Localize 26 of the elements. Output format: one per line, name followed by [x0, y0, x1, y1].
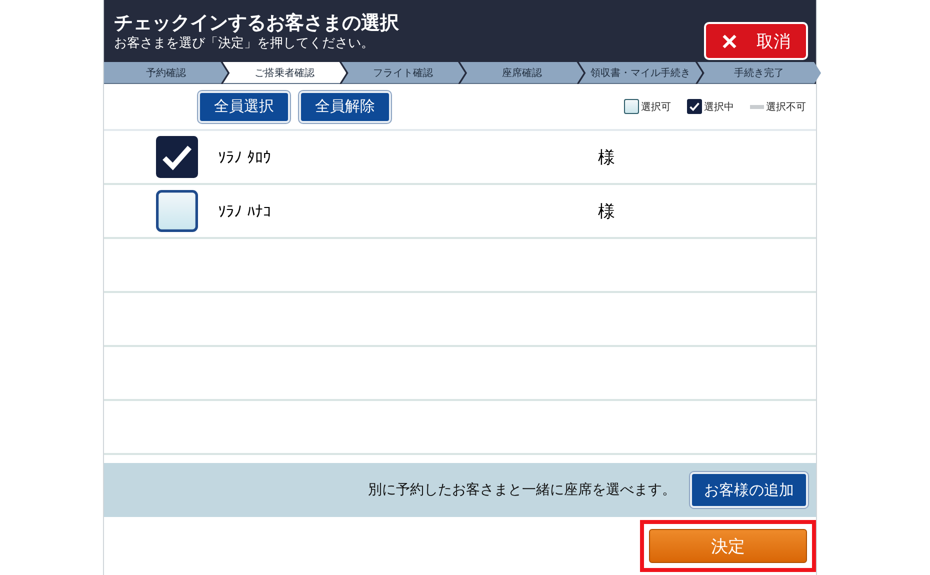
- progress-step: 座席確認: [460, 62, 584, 84]
- legend-label: 選択中: [704, 100, 734, 114]
- close-icon: [722, 34, 736, 48]
- progress-step: 予約確認: [104, 62, 228, 84]
- progress-step: ご搭乗者確認: [222, 62, 346, 84]
- legend-label: 選択不可: [766, 100, 806, 114]
- legend-dash-icon: [750, 104, 764, 108]
- select-all-button[interactable]: 全員解除: [299, 90, 391, 122]
- checkbox[interactable]: [156, 136, 198, 178]
- legend-checked-icon: [687, 99, 702, 114]
- passenger-name: ｿﾗﾉ ﾊﾅｺ: [218, 202, 272, 220]
- screen-title: チェックインするお客さまの選択: [114, 11, 399, 35]
- legend-checkbox-icon: [624, 99, 639, 114]
- footer-note: 別に予約したお客さまと一緒に座席を選べます。: [368, 481, 676, 499]
- select-all-button[interactable]: 全員選択: [198, 90, 290, 122]
- cancel-button[interactable]: 取消: [704, 22, 808, 60]
- honorific-text: 様: [598, 200, 615, 222]
- progress-step: フライト確認: [341, 62, 466, 84]
- checkbox[interactable]: [156, 190, 198, 232]
- progress-step: 手続き完了: [697, 62, 822, 84]
- add-passenger-button[interactable]: お客様の追加: [690, 472, 808, 508]
- legend-label: 選択可: [641, 100, 671, 114]
- passenger-name: ｿﾗﾉ ﾀﾛｳ: [218, 148, 272, 166]
- progress-step: 領収書・マイル手続き: [578, 62, 702, 84]
- honorific-text: 様: [598, 146, 615, 168]
- instruction-text: お客さまを選び「決定」を押してください。: [114, 35, 375, 53]
